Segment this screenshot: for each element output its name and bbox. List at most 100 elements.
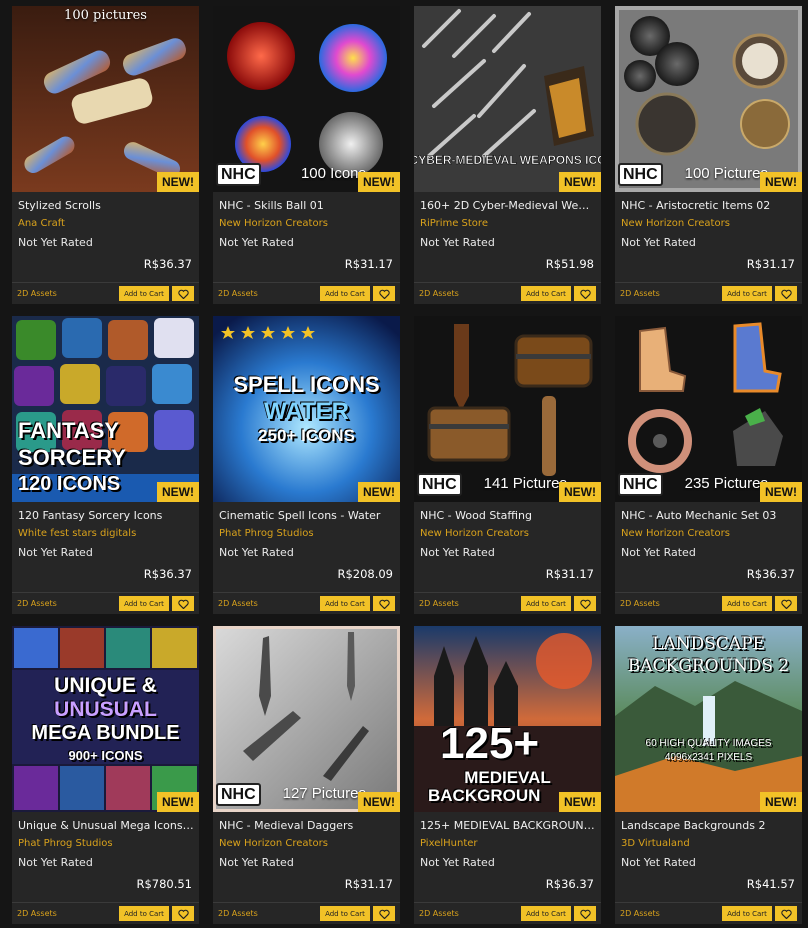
category-link[interactable]: 2D Assets [620,909,660,918]
publisher-link[interactable]: PixelHunter [420,838,596,849]
nhc-badge: NHC [618,163,663,186]
category-link[interactable]: 2D Assets [218,599,258,608]
add-to-cart-button[interactable]: Add to Cart [320,906,370,921]
product-thumbnail[interactable]: 100 pictures NEW! [12,6,199,192]
publisher-link[interactable]: New Horizon Creators [420,528,596,539]
new-badge: NEW! [559,482,601,502]
wishlist-button[interactable] [373,286,395,301]
publisher-link[interactable]: New Horizon Creators [621,528,797,539]
product-card: NHC 127 Pictures NEW! NHC - Medieval Dag… [213,626,400,924]
rating-text: Not Yet Rated [621,856,696,869]
add-to-cart-button[interactable]: Add to Cart [119,596,169,611]
overlay-text: 100 Pictures [684,165,768,182]
category-link[interactable]: 2D Assets [17,599,57,608]
rating-text: Not Yet Rated [219,546,294,559]
category-link[interactable]: 2D Assets [620,289,660,298]
publisher-link[interactable]: Ana Craft [18,218,194,229]
rating-text: Not Yet Rated [621,546,696,559]
publisher-link[interactable]: Phat Phrog Studios [18,838,194,849]
product-title[interactable]: NHC - Auto Mechanic Set 03 [621,509,797,522]
category-link[interactable]: 2D Assets [620,599,660,608]
add-to-cart-button[interactable]: Add to Cart [722,906,772,921]
product-title[interactable]: 125+ MEDIEVAL BACKGROUNDS [420,819,596,832]
product-thumbnail[interactable]: NHC 141 Pictures NEW! [414,316,601,502]
product-title[interactable]: NHC - Aristocretic Items 02 [621,199,797,212]
category-link[interactable]: 2D Assets [218,909,258,918]
add-to-cart-button[interactable]: Add to Cart [320,596,370,611]
category-link[interactable]: 2D Assets [419,599,459,608]
product-card: FANTASY SORCERY 120 ICONS NEW! 120 Fanta… [12,316,199,614]
wishlist-button[interactable] [373,906,395,921]
publisher-link[interactable]: New Horizon Creators [621,218,797,229]
product-thumbnail[interactable]: SPELL ICONS WATER 250+ ICONS NEW! [213,316,400,502]
product-thumbnail[interactable]: NHC 100 Icons NEW! [213,6,400,192]
product-title[interactable]: 120 Fantasy Sorcery Icons [18,509,194,522]
product-title[interactable]: Stylized Scrolls [18,199,194,212]
category-link[interactable]: 2D Assets [419,289,459,298]
product-title[interactable]: NHC - Wood Staffing [420,509,596,522]
wishlist-button[interactable] [775,906,797,921]
add-to-cart-button[interactable]: Add to Cart [722,286,772,301]
product-title[interactable]: Cinematic Spell Icons - Water [219,509,395,522]
overlay-line: 4096x2341 PIXELS [664,752,753,763]
category-link[interactable]: 2D Assets [419,909,459,918]
wishlist-button[interactable] [172,596,194,611]
publisher-link[interactable]: White fest stars digitals [18,528,194,539]
add-to-cart-button[interactable]: Add to Cart [320,286,370,301]
add-to-cart-button[interactable]: Add to Cart [521,906,571,921]
weapons-image: 2D CYBER-MEDIEVAL WEAPONS ICONS [414,6,601,192]
overlay-line: MEDIEVAL [464,768,551,787]
add-to-cart-button[interactable]: Add to Cart [521,596,571,611]
product-card: NHC 235 Pictures NEW! NHC - Auto Mechani… [615,316,802,614]
publisher-link[interactable]: 3D Virtualand [621,838,797,849]
new-badge: NEW! [760,792,802,812]
category-link[interactable]: 2D Assets [17,289,57,298]
price: R$208.09 [337,567,393,581]
add-to-cart-button[interactable]: Add to Cart [722,596,772,611]
heart-icon [378,289,390,299]
product-thumbnail[interactable]: UNIQUE & UNUSUAL MEGA BUNDLE 900+ ICONS … [12,626,199,812]
wishlist-button[interactable] [172,906,194,921]
wishlist-button[interactable] [775,286,797,301]
overlay-line: 900+ ICONS [68,748,143,763]
publisher-link[interactable]: New Horizon Creators [219,218,395,229]
product-thumbnail[interactable]: NHC 235 Pictures NEW! [615,316,802,502]
product-title[interactable]: NHC - Skills Ball 01 [219,199,395,212]
add-to-cart-button[interactable]: Add to Cart [119,906,169,921]
overlay-text: 127 Pictures [282,785,366,802]
price: R$41.57 [746,877,795,891]
wishlist-button[interactable] [172,286,194,301]
product-thumbnail[interactable]: NHC 127 Pictures NEW! [213,626,400,812]
publisher-link[interactable]: Phat Phrog Studios [219,528,395,539]
product-title[interactable]: 160+ 2D Cyber-Medieval Weapo… [420,199,596,212]
publisher-link[interactable]: RiPrime Store [420,218,596,229]
wishlist-button[interactable] [373,596,395,611]
overlay-line: BACKGROUNDS 2 [627,656,790,676]
product-thumbnail[interactable]: LANDSCAPE BACKGROUNDS 2 60 HIGH QUALITY … [615,626,802,812]
overlay-line: 125+ [440,719,540,768]
product-title[interactable]: Unique & Unusual Mega Icons Pa… [18,819,194,832]
wishlist-button[interactable] [775,596,797,611]
overlay-line: SORCERY [18,445,126,470]
wishlist-button[interactable] [574,906,596,921]
product-thumbnail[interactable]: NHC 100 Pictures NEW! [615,6,802,192]
product-title[interactable]: NHC - Medieval Daggers [219,819,395,832]
product-title[interactable]: Landscape Backgrounds 2 [621,819,797,832]
publisher-link[interactable]: New Horizon Creators [219,838,395,849]
overlay-text: 100 pictures [64,8,147,23]
add-to-cart-button[interactable]: Add to Cart [119,286,169,301]
product-thumbnail[interactable]: 2D CYBER-MEDIEVAL WEAPONS ICONS NEW! [414,6,601,192]
wishlist-button[interactable] [574,596,596,611]
category-link[interactable]: 2D Assets [218,289,258,298]
new-badge: NEW! [559,792,601,812]
product-thumbnail[interactable]: 125+ MEDIEVAL BACKGROUN NEW! [414,626,601,812]
product-grid: 100 pictures NEW! Stylized Scrolls Ana C… [0,0,808,928]
heart-icon [177,909,189,919]
category-link[interactable]: 2D Assets [17,909,57,918]
card-footer: 2D Assets Add to Cart [615,282,802,304]
wishlist-button[interactable] [574,286,596,301]
product-card: LANDSCAPE BACKGROUNDS 2 60 HIGH QUALITY … [615,626,802,924]
add-to-cart-button[interactable]: Add to Cart [521,286,571,301]
product-thumbnail[interactable]: FANTASY SORCERY 120 ICONS NEW! [12,316,199,502]
overlay-text: 141 Pictures [483,475,567,492]
